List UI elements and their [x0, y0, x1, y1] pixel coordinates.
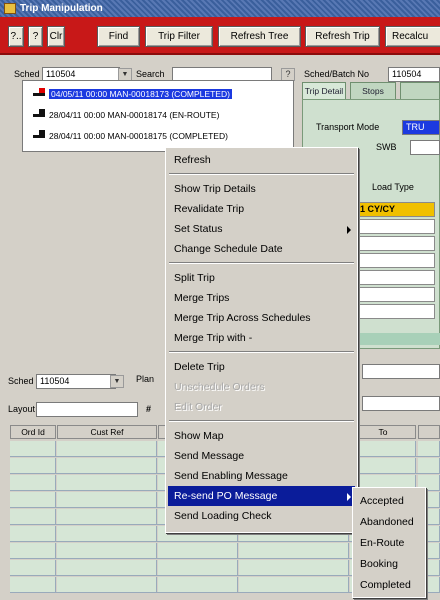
submenu-arrow-icon	[347, 226, 351, 234]
menu-item-send-message[interactable]: Send Message	[168, 446, 355, 466]
swb-label: SWB	[376, 142, 397, 152]
load-type-label: Load Type	[372, 182, 414, 192]
title-bar: Trip Manipulation	[0, 0, 440, 17]
help-button[interactable]: ?	[28, 26, 43, 47]
menu-separator	[169, 351, 354, 353]
plan-label: Plan	[136, 374, 155, 384]
tab-more[interactable]	[400, 82, 440, 99]
sched-label: Sched	[14, 69, 40, 79]
find-button[interactable]: Find	[97, 26, 140, 47]
tab-stops[interactable]: Stops	[350, 82, 396, 99]
load-type-cell[interactable]	[357, 219, 435, 234]
refresh-trip-button[interactable]: Refresh Trip	[305, 26, 380, 47]
sched-batch-field[interactable]: 110504	[388, 67, 440, 82]
menu-item-send-loading-check[interactable]: Send Loading Check	[168, 506, 355, 526]
col-header[interactable]	[418, 425, 440, 439]
right-field[interactable]	[362, 396, 440, 411]
menu-item-split-trip[interactable]: Split Trip	[168, 268, 355, 288]
col-header-ord-id[interactable]: Ord Id	[10, 425, 56, 439]
menu-item-merge-across-schedules[interactable]: Merge Trip Across Schedules	[168, 308, 355, 328]
load-type-cell[interactable]	[357, 304, 435, 319]
trip-icon	[33, 109, 45, 118]
transport-mode-label: Transport Mode	[316, 122, 380, 132]
trip-icon	[33, 88, 45, 97]
app-icon	[4, 3, 16, 14]
tree-item[interactable]: 28/04/11 00:00 MAN-00018174 (EN-ROUTE)	[31, 108, 219, 122]
sched-batch-label: Sched/Batch No	[304, 69, 370, 79]
load-type-cell[interactable]	[357, 253, 435, 268]
transport-mode-field[interactable]: TRU	[402, 120, 440, 135]
menu-item-set-status[interactable]: Set Status	[168, 219, 355, 239]
col-header-to[interactable]: To	[350, 425, 416, 439]
menu-item-edit-order: Edit Order	[174, 401, 222, 413]
submenu-item-completed[interactable]: Completed	[355, 575, 423, 595]
trip-icon	[33, 130, 45, 139]
tree-item[interactable]: 28/04/11 00:00 MAN-00018175 (COMPLETED)	[31, 129, 228, 143]
trip-filter-button[interactable]: Trip Filter	[145, 26, 213, 47]
menu-item-refresh[interactable]: Refresh	[168, 150, 355, 170]
lov-button[interactable]: ?..	[8, 26, 24, 47]
submenu-arrow-icon	[347, 493, 351, 501]
load-type-cell[interactable]	[357, 236, 435, 251]
menu-item-show-map[interactable]: Show Map	[168, 426, 355, 446]
trip-tree[interactable]: 04/05/11 00:00 MAN-00018173 (COMPLETED) …	[22, 80, 294, 152]
menu-item-merge-trip-with[interactable]: Merge Trip with -	[168, 328, 355, 348]
window-title: Trip Manipulation	[20, 3, 103, 14]
load-type-cell[interactable]	[357, 287, 435, 302]
search-label: Search	[136, 69, 165, 79]
menu-item-delete-trip[interactable]: Delete Trip	[168, 357, 355, 377]
submenu-item-accepted[interactable]: Accepted	[355, 491, 423, 511]
menu-item-merge-trips[interactable]: Merge Trips	[168, 288, 355, 308]
tab-trip-detail[interactable]: Trip Detail	[302, 82, 346, 99]
layout-label: Layout	[8, 404, 36, 414]
hash-label: #	[146, 404, 152, 414]
col-header-cust-ref[interactable]: Cust Ref	[57, 425, 157, 439]
submenu-item-abandoned[interactable]: Abandoned	[355, 512, 423, 532]
load-type-cell[interactable]	[357, 270, 435, 285]
sched-field-lower[interactable]: 110504	[36, 374, 116, 389]
resend-po-submenu: Accepted Abandoned En-Route Booking Comp…	[352, 487, 426, 598]
layout-field[interactable]	[36, 402, 138, 417]
menu-item-unschedule-orders: Unschedule Orders	[174, 381, 265, 393]
sched-lower-dropdown-icon[interactable]: ▼	[110, 375, 124, 388]
clear-button[interactable]: Clr	[47, 26, 65, 47]
refresh-tree-button[interactable]: Refresh Tree	[218, 26, 301, 47]
menu-item-resend-po-message[interactable]: Re-send PO Message	[168, 486, 355, 506]
right-field[interactable]	[362, 364, 440, 379]
menu-item-send-enabling-message[interactable]: Send Enabling Message	[168, 466, 355, 486]
context-menu: Refresh Show Trip Details Revalidate Tri…	[165, 147, 358, 533]
load-type-cell[interactable]: 1 CY/CY	[357, 202, 435, 217]
menu-separator	[169, 173, 354, 175]
submenu-item-en-route[interactable]: En-Route	[355, 533, 423, 553]
menu-separator	[169, 262, 354, 264]
submenu-item-booking[interactable]: Booking	[355, 554, 423, 574]
menu-item-show-trip-details[interactable]: Show Trip Details	[168, 179, 355, 199]
swb-field[interactable]	[410, 140, 440, 155]
tree-item[interactable]: 04/05/11 00:00 MAN-00018173 (COMPLETED)	[31, 87, 232, 101]
toolbar: ?.. ? Clr Find Trip Filter Refresh Tree …	[0, 17, 440, 55]
sched-label-lower: Sched	[8, 376, 34, 386]
menu-item-revalidate-trip[interactable]: Revalidate Trip	[168, 199, 355, 219]
menu-item-change-schedule-date[interactable]: Change Schedule Date	[168, 239, 355, 259]
recalculate-button[interactable]: Recalcu	[385, 26, 440, 47]
menu-separator	[169, 420, 354, 422]
